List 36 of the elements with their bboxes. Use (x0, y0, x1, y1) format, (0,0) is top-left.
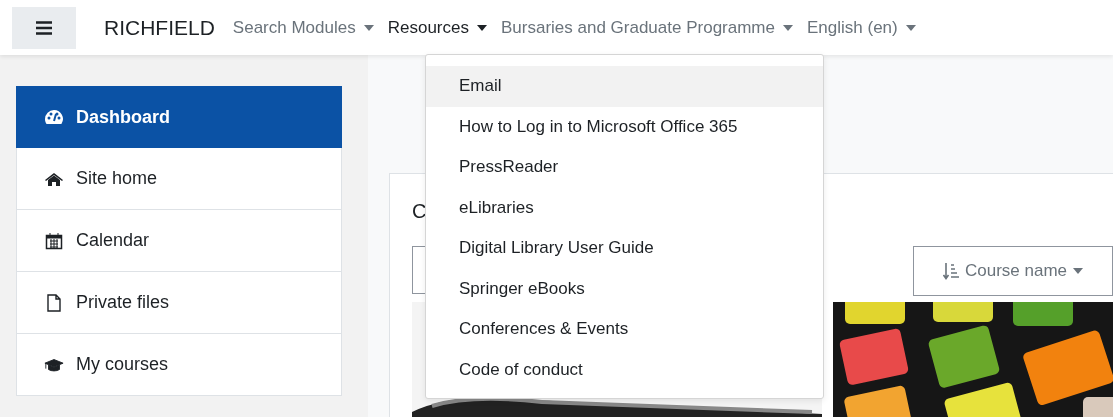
nav-menu-item[interactable]: Bursaries and Graduate Programme (500, 17, 793, 38)
dropdown-item[interactable]: eLibraries (426, 187, 823, 228)
sidebar-label: Dashboard (76, 106, 171, 128)
dropdown-item[interactable]: PressReader (426, 147, 823, 188)
nav-menu-item[interactable]: Search Modules (232, 17, 374, 38)
sidebar-item[interactable]: My courses (16, 334, 342, 396)
sidebar-label: Site home (76, 168, 158, 189)
caret-icon (476, 24, 487, 31)
section-heading: C (412, 199, 427, 224)
dropdown-item[interactable]: Digital Library User Guide (426, 228, 823, 269)
sidebar-label: Calendar (76, 230, 150, 251)
menu-button[interactable] (12, 6, 76, 49)
dropdown-item[interactable]: Springer eBooks (426, 268, 823, 309)
dropdown-item[interactable]: Email (426, 66, 823, 107)
sidebar-item[interactable]: Private files (16, 272, 342, 334)
nav-menu-item[interactable]: English (en) (807, 17, 916, 38)
caret-icon (1073, 268, 1084, 274)
sort-icon (942, 262, 959, 280)
sidebar-label: Private files (76, 292, 170, 313)
dropdown-item[interactable]: Conferences & Events (426, 309, 823, 350)
sidebar-item[interactable]: Calendar (16, 210, 342, 272)
dashboard-icon (44, 108, 64, 126)
sidebar-item[interactable]: Dashboard (16, 86, 342, 148)
dropdown-item[interactable]: How to Log in to Microsoft Office 365 (426, 106, 823, 147)
caret-icon (363, 24, 374, 31)
dropdown-item[interactable]: Code of conduct (426, 349, 823, 390)
menu-icon (36, 20, 52, 35)
sidebar-item[interactable]: Site home (16, 148, 342, 210)
caret-icon (905, 24, 916, 31)
file-icon (44, 293, 64, 312)
nav-menu-item[interactable]: Resources (387, 17, 487, 38)
sidebar-label: My courses (76, 354, 169, 375)
site-brand[interactable]: RICHFIELD (104, 15, 215, 40)
calendar-icon (44, 231, 64, 250)
sort-button[interactable]: Course name (913, 246, 1113, 296)
caret-icon (783, 24, 793, 31)
